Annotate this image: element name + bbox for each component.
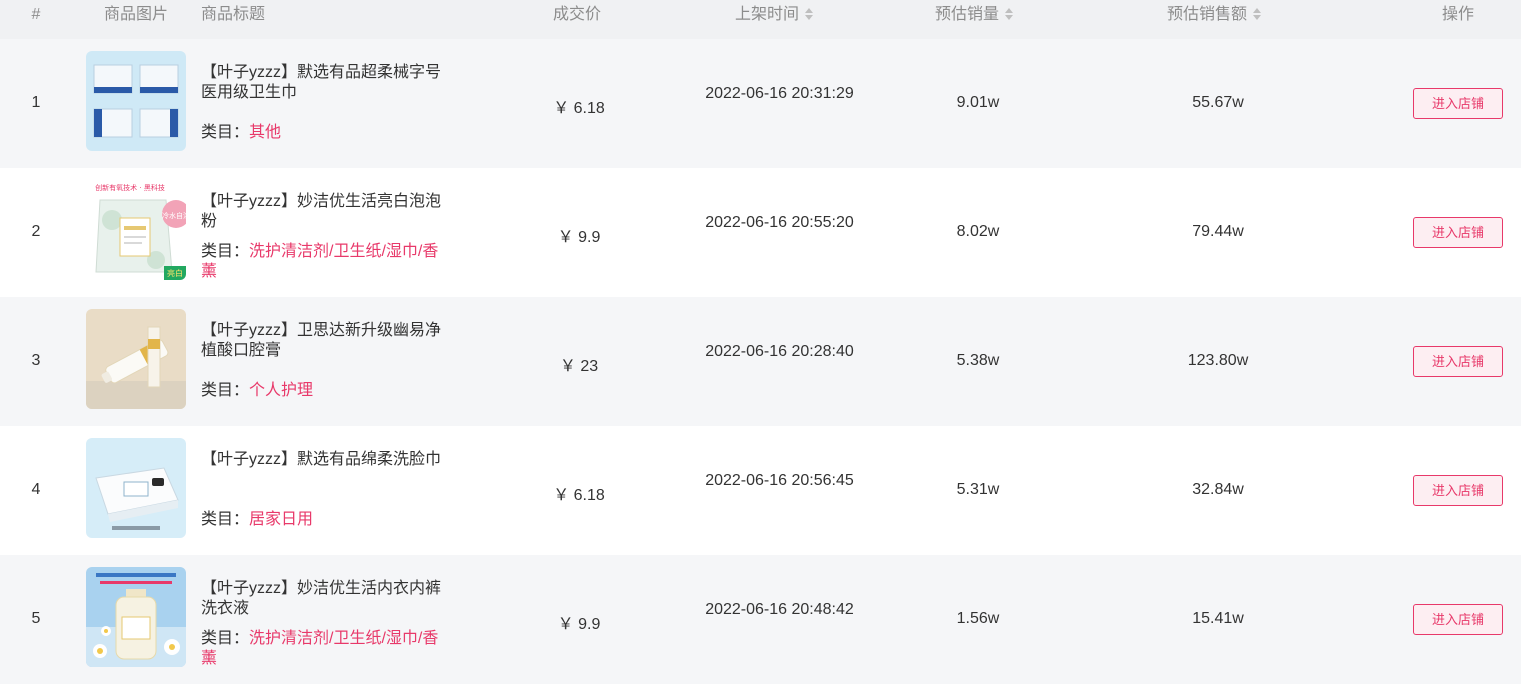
row-index: 1 [31, 94, 41, 111]
est-sales-amount: 55.67w [1192, 94, 1244, 111]
product-category: 类目：居家日用 [201, 510, 446, 530]
product-image[interactable]: 创新有氧技术 · 黑科技 冷水自溶 亮白 [86, 180, 186, 280]
header-image: 商品图片 [103, 6, 169, 23]
enter-store-button[interactable]: 进入店铺 [1413, 604, 1503, 635]
enter-store-button[interactable]: 进入店铺 [1413, 88, 1503, 119]
header-action: 操作 [1441, 6, 1475, 23]
product-image[interactable] [86, 438, 186, 538]
category-value[interactable]: 居家日用 [249, 511, 313, 528]
est-sales-qty: 9.01w [956, 94, 1000, 111]
product-title[interactable]: 【叶子yzzz】卫思达新升级幽易净植酸口腔膏 [201, 321, 446, 361]
sort-icon[interactable] [1253, 7, 1262, 20]
category-value[interactable]: 其他 [249, 124, 281, 141]
list-time: 2022-06-16 20:31:29 [705, 85, 854, 102]
deal-price: ￥ 23 [559, 358, 599, 375]
table-row: 1 【叶子yzzz】默选有品超柔械字号医用级卫生巾 类目：其他 ￥ 6.18 2… [0, 39, 1521, 168]
category-label: 类目： [201, 511, 250, 528]
list-time: 2022-06-16 20:28:40 [705, 343, 854, 360]
deal-price: ￥ 6.18 [553, 100, 605, 117]
list-time: 2022-06-16 20:48:42 [705, 601, 854, 618]
product-image[interactable] [86, 309, 186, 409]
thumb-corner-text: 亮白 [167, 268, 183, 278]
est-sales-qty: 8.02w [956, 223, 1000, 240]
header-amount-label: 预估销售额 [1166, 6, 1248, 23]
category-label: 类目： [201, 124, 250, 141]
est-sales-amount: 79.44w [1192, 223, 1244, 240]
table-row: 2 创新有氧技术 · 黑科技 冷水自溶 亮白 【叶子yzzz】妙洁优生活亮白泡泡… [0, 168, 1521, 297]
face-towel-image [86, 438, 186, 538]
header-qty-label: 预估销量 [934, 6, 1000, 23]
header-title: 商品标题 [201, 6, 266, 23]
table-row: 3 【叶子yzzz】卫思达新升级幽易净植酸口腔膏 类目：个人护理 ￥ 23 20… [0, 297, 1521, 426]
est-sales-amount: 32.84w [1192, 481, 1244, 498]
est-sales-qty: 5.38w [956, 352, 1000, 369]
est-sales-amount: 123.80w [1187, 352, 1249, 369]
product-title[interactable]: 【叶子yzzz】默选有品超柔械字号医用级卫生巾 [201, 63, 446, 103]
list-time: 2022-06-16 20:55:20 [705, 214, 854, 231]
toothpaste-image [86, 309, 186, 409]
detergent-pouch-image: 创新有氧技术 · 黑科技 冷水自溶 亮白 [86, 180, 186, 280]
product-title[interactable]: 【叶子yzzz】妙洁优生活亮白泡泡粉 [201, 192, 446, 232]
header-qty-sort[interactable]: 预估销量 [934, 0, 1014, 39]
row-index: 2 [31, 223, 41, 240]
product-table: # 商品图片 商品标题 成交价 上架时间 预估销量 预估销售额 操作 1 【叶子… [0, 0, 1521, 685]
sort-icon[interactable] [1005, 7, 1014, 20]
deal-price: ￥ 6.18 [553, 487, 605, 504]
est-sales-qty: 5.31w [956, 481, 1000, 498]
category-label: 类目： [201, 243, 250, 260]
pad-boxes-image [86, 51, 186, 151]
product-image[interactable] [86, 567, 186, 667]
sort-icon[interactable] [805, 7, 814, 20]
category-label: 类目： [201, 630, 250, 647]
enter-store-button[interactable]: 进入店铺 [1413, 346, 1503, 377]
header-amount-sort[interactable]: 预估销售额 [1166, 0, 1262, 39]
category-value[interactable]: 个人护理 [249, 382, 313, 399]
header-time-sort[interactable]: 上架时间 [734, 0, 814, 39]
deal-price: ￥ 9.9 [557, 616, 601, 633]
thumb-badge-text: 冷水自溶 [162, 211, 186, 220]
table-row: 5 【叶子yzzz】妙洁优生活内衣内裤洗衣液 类目：洗护清洁剂/卫生纸/湿巾/香… [0, 555, 1521, 684]
deal-price: ￥ 9.9 [557, 229, 601, 246]
product-category: 类目：其他 [201, 123, 446, 143]
laundry-bottle-image [86, 567, 186, 667]
product-category: 类目：个人护理 [201, 381, 446, 401]
thumb-banner-text: 创新有氧技术 · 黑科技 [95, 183, 165, 192]
product-title[interactable]: 【叶子yzzz】默选有品绵柔洗脸巾 [201, 450, 446, 470]
header-time-label: 上架时间 [734, 6, 800, 23]
header-index: # [31, 6, 41, 23]
product-image[interactable] [86, 51, 186, 151]
row-index: 5 [31, 610, 41, 627]
product-category: 类目：洗护清洁剂/卫生纸/湿巾/香薰 [201, 629, 446, 669]
category-label: 类目： [201, 382, 250, 399]
table-row: 4 【叶子yzzz】默选有品绵柔洗脸巾 类目：居家日用 ￥ 6.18 2022-… [0, 426, 1521, 555]
list-time: 2022-06-16 20:56:45 [705, 472, 854, 489]
product-category: 类目：洗护清洁剂/卫生纸/湿巾/香薰 [201, 242, 446, 282]
est-sales-amount: 15.41w [1192, 610, 1244, 627]
row-index: 3 [31, 352, 41, 369]
enter-store-button[interactable]: 进入店铺 [1413, 217, 1503, 248]
est-sales-qty: 1.56w [956, 610, 1000, 627]
enter-store-button[interactable]: 进入店铺 [1413, 475, 1503, 506]
product-title[interactable]: 【叶子yzzz】妙洁优生活内衣内裤洗衣液 [201, 579, 446, 619]
table-header: # 商品图片 商品标题 成交价 上架时间 预估销量 预估销售额 操作 [0, 0, 1521, 39]
row-index: 4 [31, 481, 41, 498]
header-price: 成交价 [552, 6, 602, 23]
